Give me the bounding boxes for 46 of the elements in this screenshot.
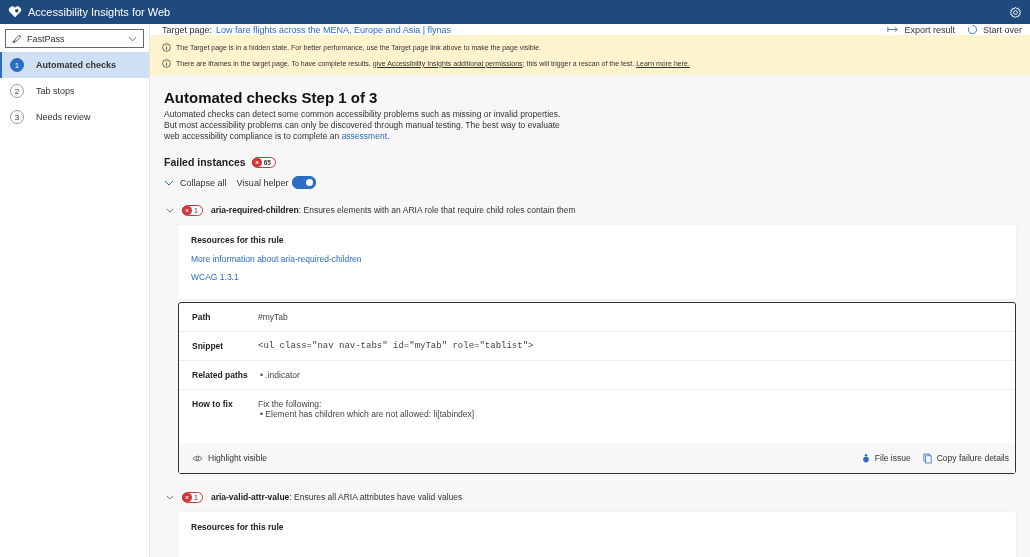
failed-instances-heading: Failed instances bbox=[164, 156, 246, 168]
heart-logo-icon bbox=[8, 5, 22, 19]
chevron-down-icon bbox=[128, 35, 137, 42]
copy-icon bbox=[922, 452, 932, 464]
rule-title: aria-required-children: Ensures elements with an ARIA role that require child roles contain them bbox=[210, 205, 576, 215]
page-heading: Automated checks Step 1 of 3 bbox=[164, 89, 379, 106]
fix-item: • Element has children which are not allowed: li[tabindex] bbox=[259, 409, 475, 419]
chevron-icon[interactable] bbox=[166, 207, 174, 213]
visual-helper-toggle[interactable] bbox=[292, 176, 317, 189]
field-label: Path bbox=[192, 312, 212, 322]
mode-dropdown[interactable]: FastPass bbox=[5, 29, 144, 48]
rule-title: aria-valid-attr-value: Ensures all ARIA attributes have valid values bbox=[210, 492, 463, 502]
field-label: Snippet bbox=[192, 341, 225, 351]
related-path: • .indicator bbox=[259, 370, 300, 380]
nav-item[interactable]: 2 Tab stops bbox=[0, 78, 149, 104]
info-icon bbox=[162, 42, 171, 52]
app-title: Accessibility Insights for Web bbox=[28, 6, 171, 18]
resources-heading: Resources for this rule bbox=[191, 522, 285, 532]
nav-item[interactable]: 3 Needs review bbox=[0, 104, 149, 130]
resources-heading: Resources for this rule bbox=[191, 235, 285, 245]
info-icon bbox=[162, 58, 171, 68]
export-button[interactable]: Export result bbox=[887, 24, 955, 35]
field-label: Related paths bbox=[192, 370, 249, 380]
collapse-all-button[interactable]: Collapse all bbox=[164, 177, 227, 188]
chevron-icon[interactable] bbox=[166, 494, 174, 500]
target-page-label: Target page: bbox=[162, 24, 213, 35]
resource-link[interactable]: More information about aria-required-children bbox=[191, 254, 1003, 264]
snippet-value: <ul class="nav nav-tabs" id="myTab" role="tablist"> bbox=[258, 341, 534, 351]
file-issue-button[interactable]: File issue bbox=[861, 453, 911, 463]
arrow-right-icon bbox=[887, 26, 900, 33]
assessment-link[interactable]: assessment bbox=[341, 131, 387, 141]
fix-intro: Fix the following: bbox=[258, 399, 323, 409]
copy-failure-details-button[interactable]: Copy failure details bbox=[922, 452, 1009, 464]
target-page-link[interactable]: Low fare flights across the MENA, Europe and Asia | flynas bbox=[216, 24, 451, 35]
resource-link[interactable]: WCAG 1.3.1 bbox=[191, 272, 1003, 282]
description-text: Automated checks can detect some common accessibility problems such as missing or invalid properties. But most accessibility problems can only be discovered through manual testing. The best way to evaluate web accessibility compliance is to complete an assessment. bbox=[164, 109, 562, 142]
chevron-down-icon bbox=[164, 179, 174, 186]
nav-item[interactable]: 1 Automated checks bbox=[0, 52, 149, 78]
settings-icon[interactable] bbox=[1009, 5, 1022, 19]
start-over-button[interactable]: Start over bbox=[967, 24, 1022, 35]
refresh-icon bbox=[967, 24, 978, 35]
field-label: How to fix bbox=[192, 399, 234, 411]
path-value: #myTab bbox=[258, 312, 288, 322]
eye-icon bbox=[192, 454, 203, 462]
visual-helper-label: Visual helper bbox=[236, 177, 289, 188]
highlight-visible-button[interactable]: Highlight visible bbox=[192, 453, 268, 463]
